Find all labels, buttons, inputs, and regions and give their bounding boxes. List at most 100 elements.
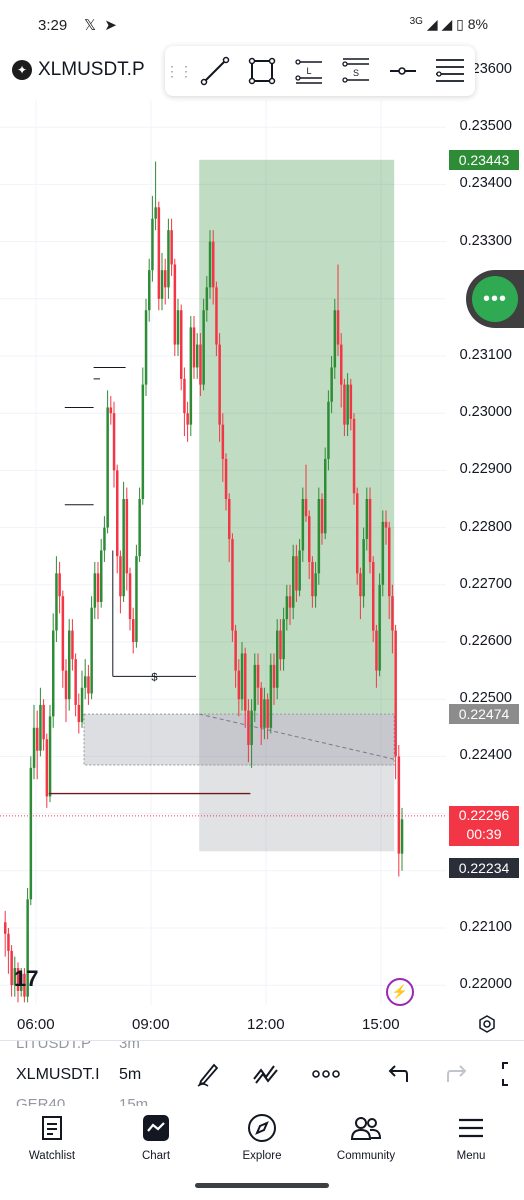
nav-label: Community bbox=[336, 1150, 396, 1162]
symbol-name: XLMUSDT.P bbox=[38, 59, 145, 80]
candle-body bbox=[368, 499, 372, 562]
fullscreen-icon bbox=[502, 1062, 508, 1086]
candle-body bbox=[352, 418, 356, 494]
candle-body bbox=[228, 499, 231, 540]
candle-body bbox=[132, 619, 135, 642]
symbol-header[interactable]: ✦ XLMUSDT.P bbox=[12, 58, 145, 82]
candle-body bbox=[324, 458, 327, 534]
horizontal-ray-icon bbox=[389, 67, 416, 75]
candle-body bbox=[116, 470, 119, 557]
time-label: 06:00 bbox=[17, 1016, 55, 1033]
chart-settings-button[interactable] bbox=[478, 1015, 496, 1038]
nav-chart[interactable]: Chart bbox=[111, 1106, 201, 1176]
more-tools-button[interactable] bbox=[311, 1059, 341, 1089]
chart-icon bbox=[143, 1115, 169, 1141]
candle-body bbox=[250, 710, 253, 745]
candle-body bbox=[292, 556, 295, 608]
long-position-tool[interactable]: L bbox=[285, 51, 332, 91]
watchlist-icon bbox=[42, 1116, 62, 1140]
nav-community[interactable]: Community bbox=[321, 1106, 411, 1176]
undo-button[interactable] bbox=[382, 1059, 412, 1089]
symbol-selector[interactable]: XLMUSDT.I bbox=[16, 1066, 100, 1084]
gear-icon bbox=[479, 1015, 495, 1033]
last-price-value: 0.22296 bbox=[458, 806, 510, 823]
short-position-tool[interactable]: S bbox=[332, 51, 379, 91]
trend-line-icon bbox=[200, 56, 229, 86]
candle-body bbox=[356, 493, 359, 574]
candle-body bbox=[279, 630, 282, 660]
candle-body bbox=[196, 344, 199, 368]
candle-body bbox=[154, 207, 157, 219]
candle-body bbox=[52, 630, 55, 717]
nav-explore[interactable]: Explore bbox=[217, 1106, 307, 1176]
candle-body bbox=[208, 241, 212, 288]
price-axis-label: 0.23400 bbox=[459, 175, 512, 192]
candle-body bbox=[128, 573, 132, 620]
candle-body bbox=[189, 327, 193, 425]
candle-body bbox=[10, 950, 13, 986]
horizontal-ray-tool[interactable] bbox=[379, 51, 426, 91]
candle-body bbox=[381, 521, 385, 585]
more-lines-tool[interactable] bbox=[426, 51, 473, 91]
candle-body bbox=[218, 344, 221, 425]
candle-body bbox=[36, 727, 39, 751]
candle-body bbox=[90, 607, 93, 694]
candle-body bbox=[112, 413, 116, 471]
candle-body bbox=[272, 664, 276, 688]
candle-body bbox=[349, 384, 353, 419]
candle-body bbox=[384, 521, 388, 528]
price-axis-label: 0.23300 bbox=[459, 232, 512, 249]
price-axis-label: 0.23000 bbox=[459, 404, 512, 421]
long-target-zone bbox=[199, 159, 395, 715]
redo-button[interactable] bbox=[443, 1059, 473, 1089]
status-right: 3G ◢ ◢ ▯ 8% bbox=[410, 16, 488, 33]
candlestick-chart[interactable]: $ bbox=[0, 100, 524, 1005]
interval-selector[interactable]: 5m bbox=[119, 1066, 141, 1084]
candle-body bbox=[4, 922, 7, 934]
nav-watchlist[interactable]: Watchlist bbox=[7, 1106, 97, 1176]
candle-body bbox=[71, 630, 74, 660]
candle-body bbox=[151, 218, 154, 271]
candle-body bbox=[269, 664, 273, 728]
trend-line-tool[interactable] bbox=[191, 51, 238, 91]
dollar-label: $ bbox=[151, 671, 157, 683]
nav-menu[interactable]: Menu bbox=[426, 1106, 516, 1176]
network-type: 3G bbox=[409, 16, 423, 27]
patterns-button[interactable] bbox=[251, 1059, 281, 1089]
rectangle-tool[interactable] bbox=[238, 51, 285, 91]
candle-body bbox=[61, 596, 65, 671]
tradingview-logo: 17 bbox=[14, 966, 39, 991]
nav-label: Menu bbox=[456, 1150, 486, 1162]
compass-icon bbox=[248, 1114, 276, 1142]
price-axis-label: 0.22600 bbox=[459, 633, 512, 649]
lightning-icon[interactable]: ⚡ bbox=[386, 978, 414, 1006]
home-indicator[interactable] bbox=[195, 1183, 329, 1188]
status-bar: 3:29 𝕏 ➤ 3G ◢ ◢ ▯ 8% bbox=[0, 0, 524, 52]
candle-body bbox=[106, 407, 109, 528]
price-axis-label: 0.22900 bbox=[459, 461, 512, 478]
draw-button[interactable] bbox=[193, 1059, 223, 1089]
time-label: 15:00 bbox=[362, 1016, 400, 1033]
chart-area[interactable]: $ 0.236000.235000.234000.233000.20.23100… bbox=[0, 61, 524, 1005]
candle-body bbox=[144, 310, 148, 385]
candle-body bbox=[141, 384, 145, 499]
candle-body bbox=[282, 619, 285, 660]
fullscreen-button[interactable] bbox=[498, 1059, 524, 1089]
candle-body bbox=[288, 596, 292, 608]
drag-handle-icon[interactable]: ⋮⋮ bbox=[165, 63, 193, 80]
candle-body bbox=[237, 670, 241, 700]
stellar-coin-icon: ✦ bbox=[12, 60, 32, 80]
candle-body bbox=[138, 499, 141, 557]
candle-body bbox=[231, 539, 234, 631]
candle-body bbox=[365, 499, 369, 540]
candle-body bbox=[253, 664, 257, 711]
candle-body bbox=[125, 499, 129, 574]
candle-body bbox=[400, 819, 404, 854]
floating-more-button[interactable]: ••• bbox=[466, 270, 524, 328]
candle-body bbox=[372, 561, 375, 631]
nav-label: Explore bbox=[242, 1150, 282, 1162]
candle-body bbox=[375, 630, 378, 671]
candle-body bbox=[260, 687, 263, 728]
candle-body bbox=[276, 630, 279, 688]
bar-countdown: 00:39 bbox=[466, 825, 502, 842]
